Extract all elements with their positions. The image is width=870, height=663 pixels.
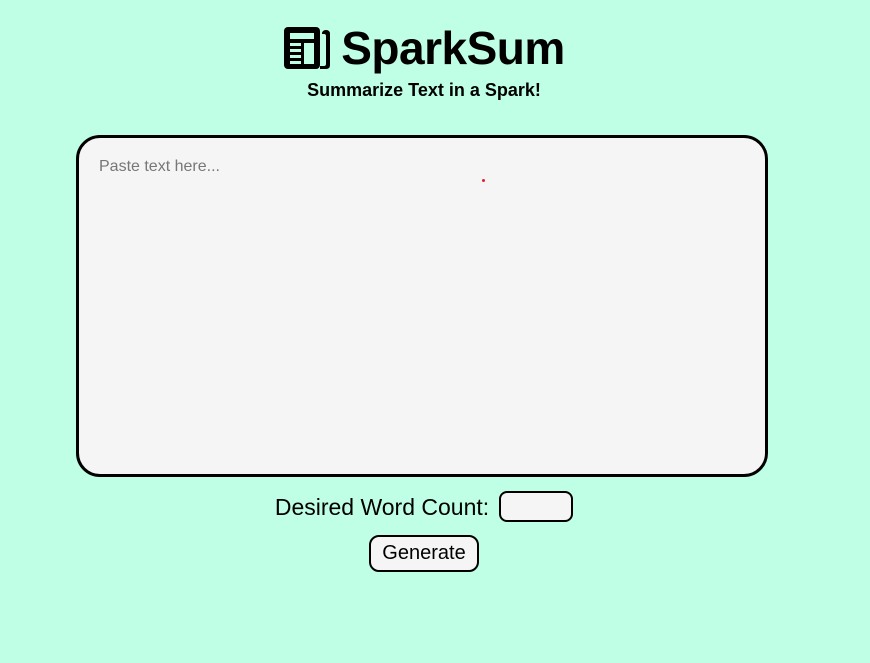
word-count-input[interactable]	[499, 491, 574, 522]
generate-button[interactable]: Generate	[369, 535, 479, 572]
app-header: SparkSum Summarize Text in a Spark!	[0, 22, 848, 101]
source-text-input[interactable]	[76, 135, 768, 477]
newspaper-icon	[283, 24, 333, 72]
word-count-label: Desired Word Count:	[274, 493, 490, 520]
app-title: SparkSum	[341, 22, 565, 74]
tagline: Summarize Text in a Spark!	[307, 80, 541, 100]
word-count-row: Desired Word Count:	[0, 491, 848, 522]
brand: SparkSum	[283, 22, 565, 74]
mouse-cursor-dot	[482, 179, 485, 182]
generate-wrapper: Generate	[0, 535, 848, 572]
